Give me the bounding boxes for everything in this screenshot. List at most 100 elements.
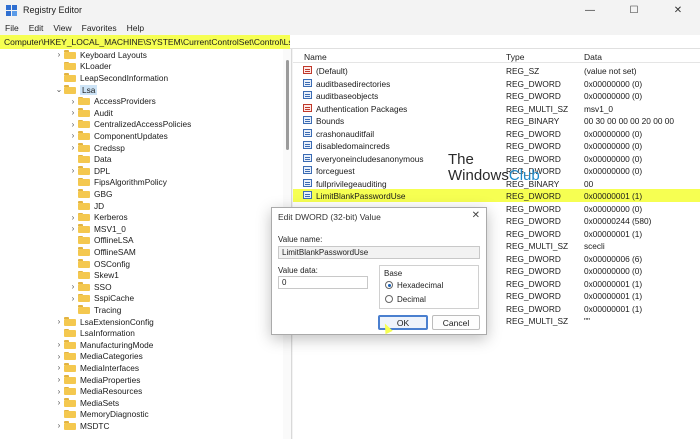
decimal-radio[interactable] [385, 295, 393, 303]
column-name[interactable]: Name [304, 52, 327, 62]
chevron-right-icon[interactable]: › [54, 363, 64, 372]
chevron-right-icon[interactable]: › [68, 108, 78, 117]
tree-item[interactable]: JD [68, 200, 104, 212]
tree-scroll-thumb[interactable] [286, 60, 289, 150]
menu-view[interactable]: View [48, 23, 76, 33]
menu-favorites[interactable]: Favorites [77, 23, 122, 33]
tree-item[interactable]: › Keyboard Layouts [54, 49, 147, 61]
value-type: REG_DWORD [506, 303, 561, 314]
binary-value-icon [303, 128, 312, 137]
tree-item[interactable]: › MSDTC [54, 420, 110, 432]
tree-item[interactable]: › AccessProviders [68, 95, 156, 107]
string-value-icon [303, 66, 312, 74]
tree-item[interactable]: FipsAlgorithmPolicy [68, 177, 167, 189]
tree-item[interactable]: OfflineSAM [68, 246, 136, 258]
value-row[interactable]: auditbasedirectories REG_DWORD 0x00000000 … [293, 77, 700, 90]
minimize-button[interactable]: — [568, 0, 612, 20]
tree-item[interactable]: › CentralizedAccessPolicies [68, 119, 192, 131]
tree-item-label: Skew1 [94, 270, 119, 281]
dialog-close-button[interactable]: ✕ [472, 210, 480, 221]
tree-item[interactable]: ⌄ Lsa [54, 84, 98, 96]
tree-item[interactable]: MemoryDiagnostic [54, 409, 149, 421]
tree-item[interactable]: LsaInformation [54, 327, 135, 339]
menu-help[interactable]: Help [122, 23, 149, 33]
tree-item[interactable]: › Credssp [68, 142, 125, 154]
value-row[interactable]: (Default) REG_SZ (value not set) [293, 64, 700, 77]
chevron-right-icon[interactable]: › [54, 50, 64, 59]
tree-item[interactable]: LeapSecondInformation [54, 72, 168, 84]
hexadecimal-radio[interactable] [385, 281, 393, 289]
tree-item[interactable]: › MediaSets [54, 397, 120, 409]
value-data: 0x00000000 (0) [584, 266, 643, 276]
chevron-right-icon[interactable]: › [68, 224, 78, 233]
column-data[interactable]: Data [584, 52, 602, 62]
tree-item[interactable]: Skew1 [68, 269, 119, 281]
value-data-input[interactable]: 0 [278, 276, 368, 289]
chevron-right-icon[interactable]: › [54, 387, 64, 396]
tree-item-label: JD [94, 200, 105, 211]
chevron-right-icon[interactable]: › [68, 143, 78, 152]
tree-item[interactable]: › LsaExtensionConfig [54, 316, 154, 328]
value-name-field[interactable]: LimitBlankPasswordUse [278, 246, 480, 259]
tree-item[interactable]: Data [68, 153, 112, 165]
address-bar-empty[interactable] [290, 35, 700, 49]
tree-item-label: LsaInformation [80, 328, 135, 339]
value-name: auditbasedirectories [316, 78, 391, 89]
chevron-right-icon[interactable]: › [54, 421, 64, 430]
tree-item[interactable]: › MSV1_0 [68, 223, 126, 235]
tree-item-label: DPL [94, 165, 111, 176]
tree-item[interactable]: › DPL [68, 165, 110, 177]
tree-item[interactable]: › MediaResources [54, 385, 143, 397]
binary-value-icon [303, 78, 312, 87]
value-row[interactable]: crashonauditfail REG_DWORD 0x00000000 (0) [293, 127, 700, 140]
tree-item[interactable]: KLoader [54, 61, 111, 73]
tree-item[interactable]: › ComponentUpdates [68, 130, 168, 142]
chevron-right-icon[interactable]: › [54, 317, 64, 326]
chevron-right-icon[interactable]: › [68, 294, 78, 303]
menu-edit[interactable]: Edit [24, 23, 49, 33]
tree-item-label: MediaCategories [80, 351, 143, 362]
tree-item[interactable]: › MediaProperties [54, 374, 141, 386]
tree-item[interactable]: › ManufacturingMode [54, 339, 154, 351]
decimal-label[interactable]: Decimal [397, 295, 426, 304]
chevron-right-icon[interactable]: › [68, 131, 78, 140]
value-row[interactable]: Bounds REG_BINARY 00 30 00 00 00 20 00 00 [293, 114, 700, 127]
chevron-right-icon[interactable]: › [54, 375, 64, 384]
tree-item[interactable]: › MediaInterfaces [54, 362, 139, 374]
close-button[interactable]: ✕ [656, 0, 700, 20]
tree-item[interactable]: OfflineLSA [68, 235, 134, 247]
maximize-button[interactable]: ☐ [612, 0, 656, 20]
tree-item[interactable]: Tracing [68, 304, 121, 316]
chevron-right-icon[interactable]: › [54, 352, 64, 361]
column-type[interactable]: Type [506, 52, 524, 62]
chevron-down-icon[interactable]: ⌄ [54, 85, 64, 94]
chevron-right-icon[interactable]: › [68, 166, 78, 175]
chevron-right-icon[interactable]: › [54, 340, 64, 349]
cancel-button[interactable]: Cancel [432, 315, 480, 330]
tree-item[interactable]: › Audit [68, 107, 113, 119]
menu-file[interactable]: File [0, 23, 24, 33]
value-row[interactable]: Authentication Packages REG_MULTI_SZ msv1_… [293, 102, 700, 115]
tree-item[interactable]: OSConfig [68, 258, 130, 270]
chevron-right-icon[interactable]: › [68, 213, 78, 222]
address-bar[interactable]: Computer\HKEY_LOCAL_MACHINE\SYSTEM\Curre… [0, 35, 290, 49]
chevron-right-icon[interactable]: › [68, 120, 78, 129]
value-row[interactable]: disabledomaincreds REG_DWORD 0x00000000 (0… [293, 139, 700, 152]
tree-item[interactable]: › Kerberos [68, 211, 128, 223]
tree-item[interactable]: › SSO [68, 281, 112, 293]
chevron-right-icon[interactable]: › [68, 282, 78, 291]
value-data: 0x00000001 (1) [584, 228, 643, 239]
value-row[interactable]: auditbaseobjects REG_DWORD 0x00000000 (0) [293, 89, 700, 102]
value-type: REG_DWORD [506, 266, 561, 276]
tree-item[interactable]: GBG [68, 188, 112, 200]
tree-item[interactable]: › SspiCache [68, 293, 134, 305]
chevron-right-icon[interactable]: › [68, 97, 78, 106]
hexadecimal-label[interactable]: Hexadecimal [397, 281, 443, 290]
folder-icon [64, 398, 76, 407]
tree-item[interactable]: › MediaCategories [54, 351, 143, 363]
key-tree[interactable]: › Keyboard Layouts KLoader LeapSecondInform… [0, 49, 292, 439]
tree-item-label: MediaInterfaces [80, 362, 140, 373]
value-row[interactable]: LimitBlankPasswordUse REG_DWORD 0x00000001… [293, 189, 700, 202]
value-type: REG_MULTI_SZ [506, 103, 569, 114]
chevron-right-icon[interactable]: › [54, 398, 64, 407]
